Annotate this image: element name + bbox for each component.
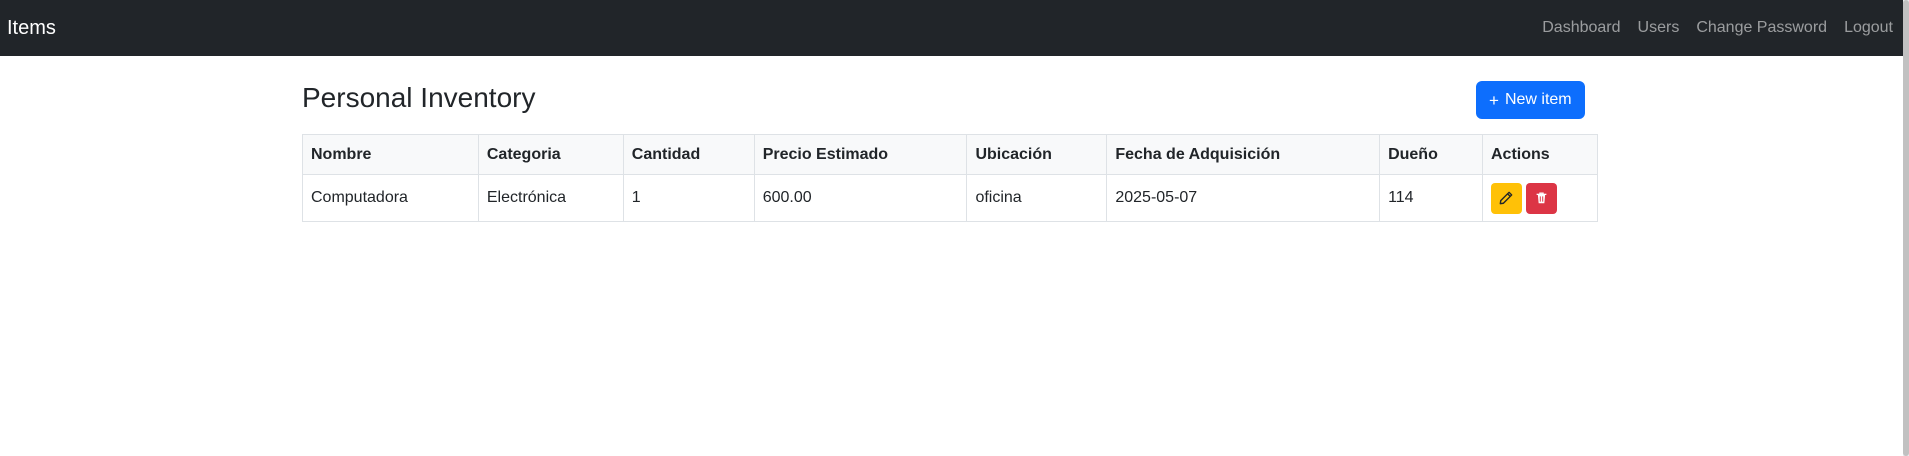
table-header-row: Nombre Categoria Cantidad Precio Estimad…: [302, 134, 1599, 175]
pencil-icon: [1500, 191, 1513, 205]
column-header-dueno[interactable]: Dueño: [1379, 134, 1483, 175]
navbar-brand[interactable]: Items: [7, 17, 56, 40]
row-actions: [1490, 182, 1557, 214]
nav-link-logout[interactable]: Logout: [1844, 19, 1893, 37]
inventory-table: Nombre Categoria Cantidad Precio Estimad…: [302, 134, 1599, 222]
nav-links: Dashboard Users Change Password Logout: [1542, 19, 1893, 37]
column-header-cantidad[interactable]: Cantidad: [622, 134, 755, 175]
page-header: Personal Inventory + New item: [302, 56, 1598, 134]
cell-nombre: Computadora: [302, 174, 479, 222]
scrollbar-thumb[interactable]: [1903, 0, 1909, 456]
column-header-actions: Actions: [1481, 134, 1599, 175]
edit-button[interactable]: [1490, 182, 1522, 214]
table-row: Computadora Electrónica 1 600.00 oficina…: [302, 174, 1599, 222]
new-item-button[interactable]: + New item: [1476, 81, 1585, 119]
cell-cantidad: 1: [622, 174, 755, 222]
cell-ubicacion: oficina: [966, 174, 1108, 222]
new-item-button-label: New item: [1504, 91, 1572, 108]
trash-icon: [1536, 192, 1547, 204]
cell-precio-estimado: 600.00: [753, 174, 968, 222]
column-header-categoria[interactable]: Categoria: [477, 134, 624, 175]
page-title: Personal Inventory: [302, 82, 536, 113]
column-header-ubicacion[interactable]: Ubicación: [966, 134, 1108, 175]
nav-link-dashboard[interactable]: Dashboard: [1542, 19, 1620, 37]
column-header-precio-estimado[interactable]: Precio Estimado: [753, 134, 968, 175]
top-navbar: Items Dashboard Users Change Password Lo…: [0, 0, 1903, 56]
nav-link-users[interactable]: Users: [1638, 19, 1680, 37]
cell-dueno: 114: [1379, 174, 1483, 222]
nav-link-change-password[interactable]: Change Password: [1696, 19, 1827, 37]
delete-button[interactable]: [1525, 182, 1557, 214]
page: Items Dashboard Users Change Password Lo…: [0, 0, 1909, 456]
plus-icon: +: [1489, 90, 1499, 110]
column-header-nombre[interactable]: Nombre: [302, 134, 479, 175]
column-header-fecha-adquisicion[interactable]: Fecha de Adquisición: [1106, 134, 1381, 175]
main-container: Personal Inventory + New item Nombre Cat…: [302, 56, 1599, 222]
cell-categoria: Electrónica: [477, 174, 624, 222]
cell-actions: [1481, 174, 1599, 222]
cell-fecha-adquisicion: 2025-05-07: [1106, 174, 1381, 222]
vertical-scrollbar[interactable]: [1903, 0, 1909, 456]
